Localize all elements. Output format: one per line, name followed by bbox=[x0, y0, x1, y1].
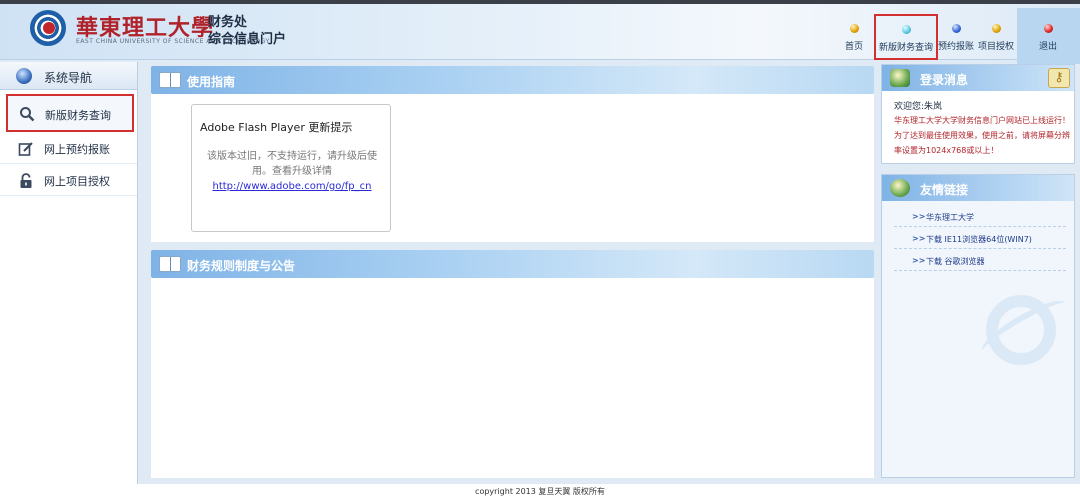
book-icon bbox=[159, 256, 181, 272]
ie-watermark-icon bbox=[986, 295, 1056, 365]
double-chevron-icon: >> bbox=[912, 256, 926, 265]
red-ball-icon bbox=[1043, 24, 1053, 33]
friend-link-label: 下载 IE11浏览器64位(WIN7) bbox=[926, 235, 1032, 244]
sidebar-title-bar: 系统导航 bbox=[0, 62, 137, 90]
nav-exit-label: 退出 bbox=[1038, 42, 1057, 52]
login-message-title: 登录消息 bbox=[920, 73, 969, 87]
friend-link-ecust[interactable]: >> 华东理工大学 bbox=[894, 207, 1066, 227]
rules-panel-body bbox=[151, 278, 874, 478]
double-chevron-icon: >> bbox=[912, 212, 926, 221]
header: 華東理工大學 EAST CHINA UNIVERSITY OF SCIENCE … bbox=[0, 4, 1080, 64]
guide-panel-header: 使用指南 bbox=[151, 66, 874, 94]
department-name: 财务处 bbox=[208, 15, 248, 30]
sidebar-item-label: 网上项目授权 bbox=[44, 175, 110, 188]
friend-link-label: 华东理工大学 bbox=[926, 213, 974, 222]
login-message-box: 登录消息 ⚷ 欢迎您:朱岚 华东理工大学大学财务信息门户网站已上线运行！为了达到… bbox=[881, 64, 1075, 164]
nav-project-auth[interactable]: 项目授权 bbox=[978, 24, 1014, 52]
rules-panel-header: 财务规则制度与公告 bbox=[151, 250, 874, 278]
nav-exit[interactable]: 退出 bbox=[1030, 24, 1066, 52]
lock-icon bbox=[18, 173, 34, 189]
flash-notice-message: 该版本过旧，不支持运行，请升级后使用。查看升级详情 bbox=[207, 151, 377, 177]
sidebar-item-project-auth[interactable]: 网上项目授权 bbox=[0, 164, 137, 196]
rules-panel-title: 财务规则制度与公告 bbox=[187, 259, 296, 273]
flash-update-notice: Adobe Flash Player 更新提示 该版本过旧，不支持运行，请升级后… bbox=[191, 104, 391, 232]
users-icon bbox=[890, 69, 910, 87]
globe-icon bbox=[890, 179, 910, 197]
footer-copyright: copyright 2013 复旦天翼 版权所有 bbox=[0, 484, 1080, 500]
flash-download-link[interactable]: http://www.adobe.com/go/fp_cn bbox=[200, 181, 384, 192]
nav-home[interactable]: 首页 bbox=[836, 24, 872, 52]
friend-links-title: 友情链接 bbox=[920, 183, 969, 197]
portal-name: 综合信息门户 bbox=[208, 32, 287, 47]
nav-finance-query[interactable]: 新版财务查询 bbox=[874, 14, 938, 60]
globe-icon bbox=[16, 68, 32, 84]
portal-notice: 华东理工大学大学财务信息门户网站已上线运行！为了达到最佳使用效果，使用之前，请将… bbox=[894, 116, 1070, 155]
teal-ball-icon bbox=[901, 25, 911, 34]
guide-panel-title: 使用指南 bbox=[187, 75, 236, 89]
nav-exit-panel: 退出 bbox=[1017, 8, 1080, 64]
friend-link-ie11[interactable]: >> 下载 IE11浏览器64位(WIN7) bbox=[894, 229, 1066, 249]
search-icon bbox=[19, 106, 35, 122]
university-seal-logo bbox=[30, 10, 66, 46]
sidebar-title: 系统导航 bbox=[44, 71, 93, 85]
friend-links-header: 友情链接 bbox=[882, 175, 1074, 201]
nav-project-auth-label: 项目授权 bbox=[978, 42, 1015, 52]
friend-links-box: 友情链接 >> 华东理工大学 >> 下载 IE11浏览器64位(WIN7) >>… bbox=[881, 174, 1075, 478]
friend-link-label: 下载 谷歌浏览器 bbox=[926, 257, 985, 266]
nav-finance-query-label: 新版财务查询 bbox=[878, 43, 933, 53]
orange-ball-icon bbox=[991, 24, 1001, 33]
nav-booking-reimburse[interactable]: 预约报账 bbox=[938, 24, 974, 52]
blue-ball-icon bbox=[951, 24, 961, 33]
sidebar-item-label: 新版财务查询 bbox=[45, 109, 111, 122]
friend-link-chrome[interactable]: >> 下载 谷歌浏览器 bbox=[894, 251, 1066, 271]
edit-icon bbox=[18, 141, 34, 157]
nav-home-label: 首页 bbox=[844, 42, 863, 52]
welcome-text: 欢迎您:朱岚 bbox=[894, 102, 943, 112]
orange-ball-icon bbox=[849, 24, 859, 33]
sidebar-item-booking-reimburse[interactable]: 网上预约报账 bbox=[0, 132, 137, 164]
sidebar-item-label: 网上预约报账 bbox=[44, 143, 110, 156]
key-icon[interactable]: ⚷ bbox=[1048, 68, 1070, 88]
double-chevron-icon: >> bbox=[912, 234, 926, 243]
sidebar: 系统导航 新版财务查询 网上预约报账 网上项目授权 bbox=[0, 62, 138, 484]
sidebar-item-finance-query[interactable]: 新版财务查询 bbox=[6, 94, 134, 132]
nav-booking-reimburse-label: 预约报账 bbox=[938, 42, 975, 52]
department-title: 财务处 综合信息门户 bbox=[208, 14, 286, 48]
login-message-header: 登录消息 ⚷ bbox=[882, 65, 1074, 91]
book-icon bbox=[159, 72, 181, 88]
flash-notice-title: Adobe Flash Player 更新提示 bbox=[200, 121, 353, 134]
